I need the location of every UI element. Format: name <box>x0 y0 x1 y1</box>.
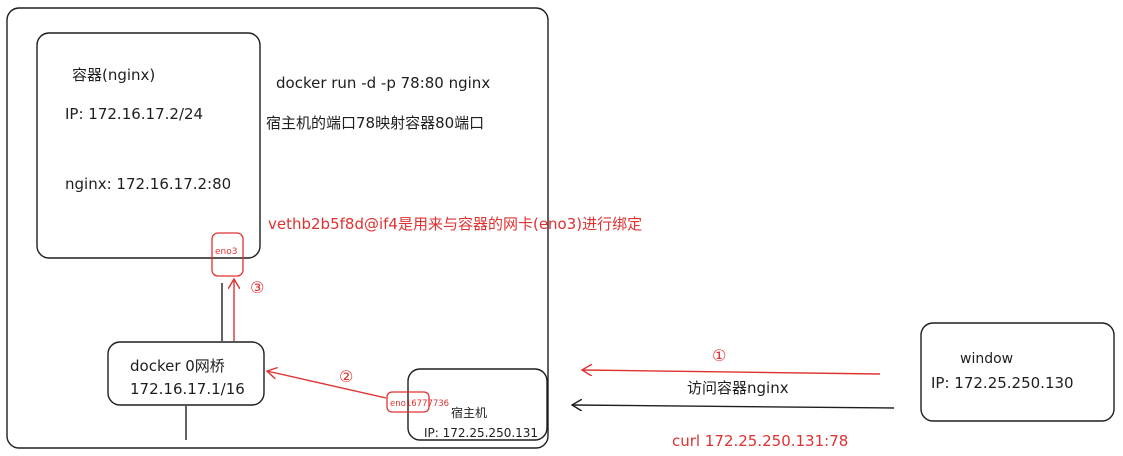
arrow-window-to-host-red <box>582 370 881 374</box>
docker0-bridge-ip: 172.16.17.1/16 <box>130 380 245 398</box>
docker-run-command: docker run -d -p 78:80 nginx <box>276 74 490 92</box>
window-client-box <box>920 322 1115 422</box>
step-two-marker: ② <box>339 367 353 386</box>
port-mapping-explanation: 宿主机的端口78映射容器80端口 <box>266 114 484 132</box>
container-title: 容器(nginx) <box>72 66 155 84</box>
curl-command: curl 172.25.250.131:78 <box>672 432 848 450</box>
host-ip: IP: 172.25.250.131 <box>424 426 538 440</box>
veth-binding-note: vethb2b5f8d@if4是用来与容器的网卡(eno3)进行绑定 <box>268 215 642 233</box>
host-title: 宿主机 <box>451 405 487 420</box>
window-client-title: window <box>960 351 1013 367</box>
access-nginx-label: 访问容器nginx <box>687 379 789 397</box>
container-nginx-address: nginx: 172.16.17.2:80 <box>65 175 231 193</box>
network-diagram: 容器(nginx) IP: 172.16.17.2/24 nginx: 172.… <box>6 7 1115 450</box>
arrow-host-to-bridge <box>267 371 387 399</box>
window-client-ip: IP: 172.25.250.130 <box>931 374 1074 392</box>
eno16777736-interface-label: eno16777736 <box>390 399 449 409</box>
step-one-marker: ① <box>712 346 726 365</box>
container-ip: IP: 172.16.17.2/24 <box>65 105 203 123</box>
step-three-marker: ③ <box>250 278 264 297</box>
docker0-bridge-title: docker 0网桥 <box>130 357 225 375</box>
eno3-interface-label: eno3 <box>215 247 237 257</box>
arrow-window-to-host-black <box>572 405 895 408</box>
